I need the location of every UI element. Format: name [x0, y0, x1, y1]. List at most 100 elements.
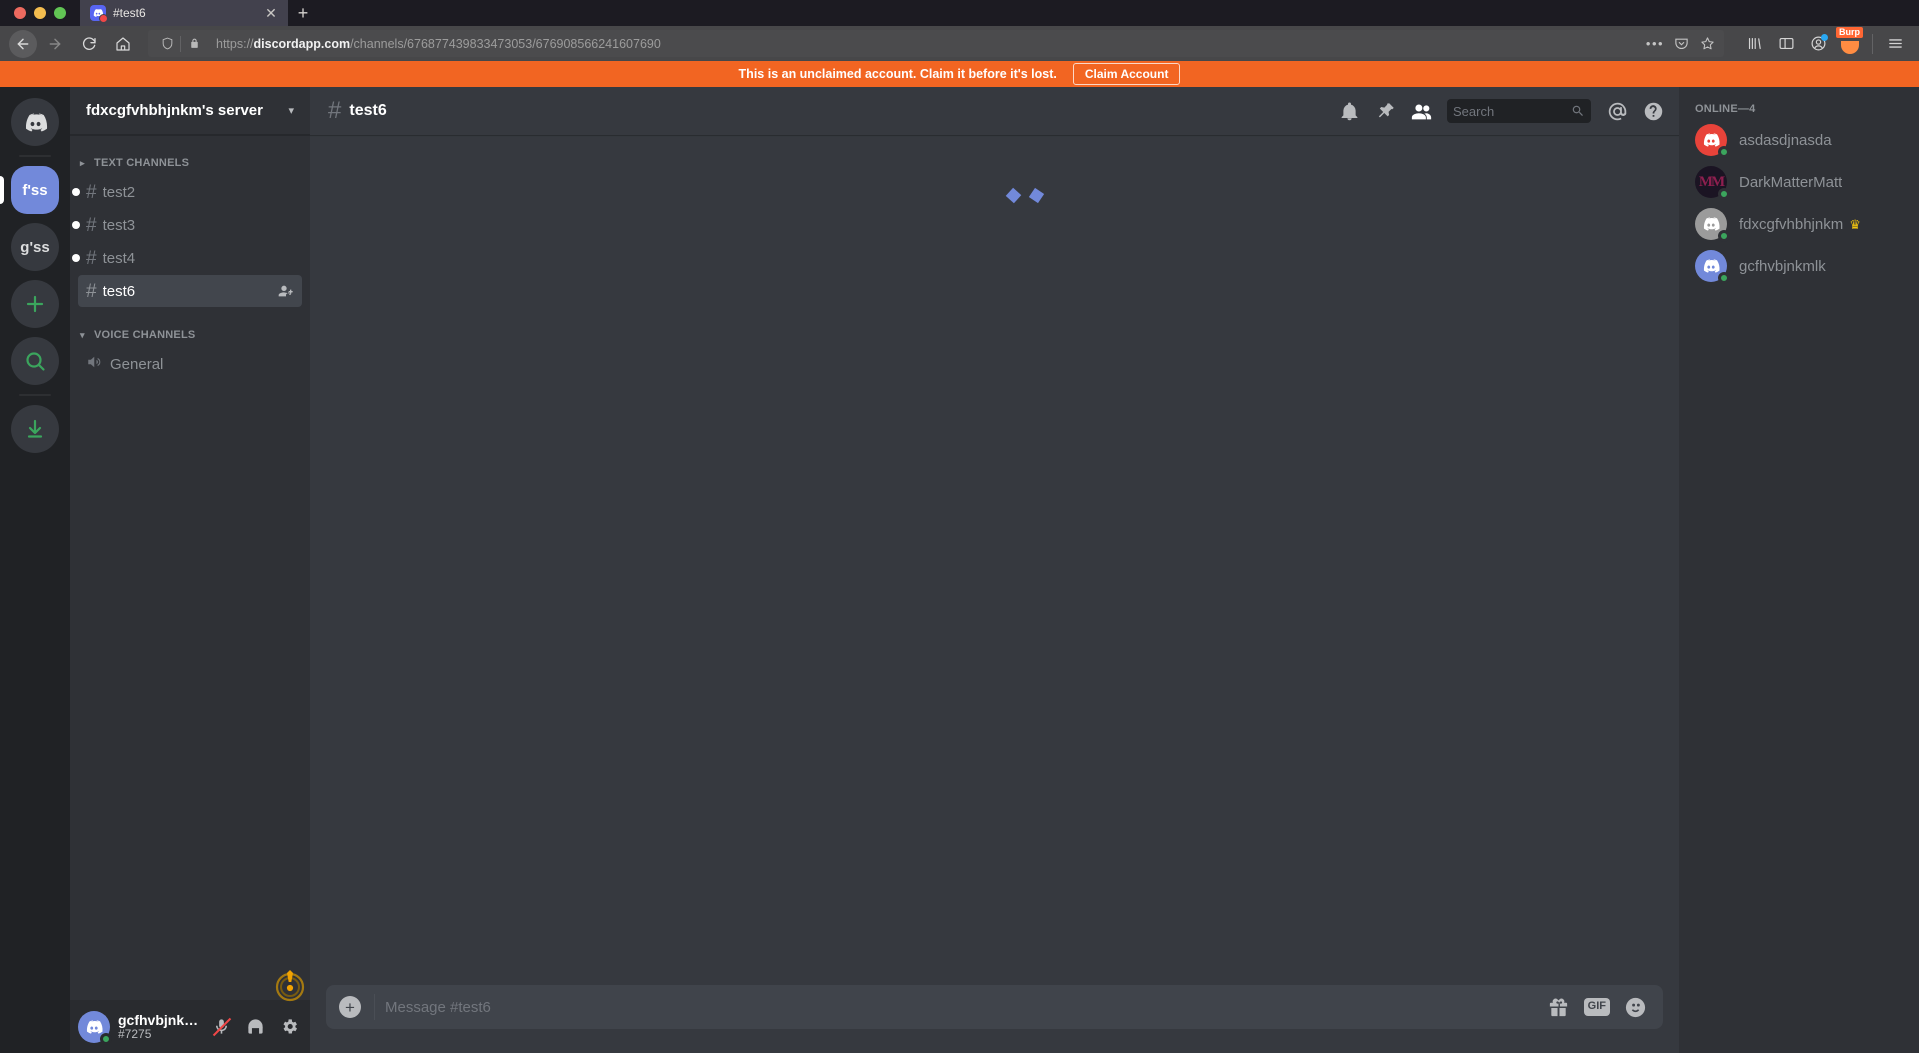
back-arrow-icon[interactable] — [9, 29, 37, 58]
url-text[interactable]: https://discordapp.com/channels/67687743… — [207, 37, 1644, 51]
close-tab-button[interactable]: ✕ — [262, 4, 280, 22]
explore-servers-button[interactable] — [11, 337, 59, 385]
star-icon[interactable] — [1696, 33, 1718, 55]
status-badge — [100, 1032, 112, 1045]
pin-icon[interactable] — [1367, 96, 1403, 126]
member-name: asdasdjnasda — [1739, 131, 1832, 149]
headphones-icon[interactable] — [243, 1013, 269, 1041]
create-invite-icon[interactable] — [278, 283, 294, 299]
member-list: ONLINE—4 asdasdjnasda MM DarkMatterMatt fdx… — [1679, 87, 1919, 1053]
sidebar-item-test2[interactable]: # test2 — [72, 176, 302, 208]
search-icon — [1572, 105, 1583, 116]
close-window-button[interactable] — [14, 7, 26, 19]
unclaimed-account-banner: This is an unclaimed account. Claim it b… — [0, 61, 1919, 87]
discord-favicon-icon — [90, 5, 108, 23]
microphone-muted-icon[interactable] — [209, 1013, 235, 1041]
sidebar-item-test4[interactable]: # test4 — [72, 242, 302, 274]
library-icon[interactable] — [1739, 30, 1769, 58]
reload-icon[interactable] — [73, 30, 105, 58]
burp-extension-icon[interactable]: Burp — [1835, 26, 1865, 58]
server-header[interactable]: fdxcgfvhbhjnkm's server ▾ — [70, 87, 310, 135]
maximize-window-button[interactable] — [54, 7, 66, 19]
browser-tab[interactable]: #test6 ✕ — [80, 0, 288, 26]
hash-icon: # — [86, 181, 97, 203]
address-bar[interactable]: https://discordapp.com/channels/67687743… — [148, 30, 1724, 57]
gift-icon[interactable] — [1547, 996, 1570, 1019]
crown-icon: ♛ — [1849, 216, 1861, 232]
attach-file-button[interactable]: + — [326, 996, 374, 1018]
list-item[interactable]: asdasdjnasda — [1687, 119, 1911, 161]
member-name: DarkMatterMatt — [1739, 173, 1843, 191]
sidebar-item-test3[interactable]: # test3 — [72, 209, 302, 241]
channel-name: test4 — [102, 249, 136, 267]
category-label: VOICE CHANNELS — [94, 329, 196, 341]
avatar-initials: MM — [1698, 173, 1725, 190]
claim-account-button[interactable]: Claim Account — [1072, 63, 1181, 85]
forward-arrow-icon[interactable] — [39, 30, 71, 58]
chevron-down-icon[interactable]: ▾ — [288, 104, 294, 117]
banner-message: This is an unclaimed account. Claim it b… — [738, 67, 1057, 81]
download-apps-button[interactable] — [11, 405, 59, 453]
address-bar-actions: ••• — [1644, 33, 1718, 55]
channel-name: test6 — [102, 282, 136, 300]
tab-notification-badge — [99, 14, 108, 23]
gear-icon[interactable] — [276, 1013, 302, 1041]
unread-indicator — [72, 188, 80, 196]
page-title: test6 — [349, 102, 387, 119]
guild-item-gss[interactable]: g'ss — [11, 223, 59, 271]
list-item[interactable]: gcfhvbjnkmlk — [1687, 245, 1911, 287]
sidebar-item-General[interactable]: General — [78, 348, 302, 380]
status-badge — [1718, 230, 1730, 242]
burp-glyph — [1841, 40, 1859, 54]
members-icon[interactable] — [1403, 96, 1439, 126]
pocket-icon[interactable] — [1670, 33, 1692, 55]
search-input[interactable]: Search — [1447, 99, 1591, 123]
padlock-icon[interactable] — [181, 37, 207, 50]
hash-icon: # — [86, 247, 97, 269]
new-tab-button[interactable]: + — [288, 0, 318, 26]
tracking-protection-shield-icon[interactable] — [154, 37, 180, 50]
chevron-icon: ▾ — [80, 329, 85, 340]
channel-name: test3 — [102, 216, 136, 234]
channel-name: General — [110, 355, 164, 373]
list-item[interactable]: MM DarkMatterMatt — [1687, 161, 1911, 203]
channel-category-header[interactable]: ▾ VOICE CHANNELS — [70, 323, 310, 347]
server-name: fdxcgfvhbhjnkm's server — [86, 102, 263, 119]
gif-picker-button[interactable]: GIF — [1583, 998, 1610, 1016]
search-placeholder: Search — [1453, 103, 1495, 119]
hamburger-menu-icon[interactable] — [1880, 30, 1910, 58]
burp-badge-label: Burp — [1836, 26, 1863, 39]
help-question-icon[interactable] — [1635, 96, 1671, 126]
page-actions-icon[interactable]: ••• — [1644, 33, 1666, 55]
avatar — [1695, 124, 1730, 158]
guild-home-button[interactable] — [11, 98, 59, 146]
unread-indicator — [72, 254, 80, 262]
avatar[interactable] — [78, 1010, 112, 1045]
emoji-smiley-icon[interactable] — [1624, 996, 1647, 1019]
message-input[interactable]: Message #test6 — [374, 994, 1547, 1020]
channel-category-header[interactable]: ▸ TEXT CHANNELS — [70, 151, 310, 175]
home-icon[interactable] — [107, 30, 139, 58]
plus-icon: + — [339, 996, 361, 1018]
window-controls[interactable] — [0, 0, 80, 26]
account-icon[interactable] — [1803, 30, 1833, 58]
member-name: gcfhvbjnkmlk — [1739, 257, 1826, 275]
guild-item-fss[interactable]: f'ss — [11, 166, 59, 214]
hash-icon: # — [86, 214, 97, 236]
avatar — [1695, 208, 1730, 242]
minimize-window-button[interactable] — [34, 7, 46, 19]
loading-dot — [1005, 187, 1022, 204]
list-item[interactable]: fdxcgfvhbhjnkm ♛ — [1687, 203, 1911, 245]
status-badge — [1718, 188, 1730, 200]
sidebar-item-test6[interactable]: # test6 — [78, 275, 302, 307]
channel-header: # test6 Search — [310, 87, 1679, 135]
browser-tab-bar: #test6 ✕ + — [0, 0, 1919, 26]
chat-main: # test6 Search + Message #test6 GIF — [310, 87, 1679, 1053]
bell-icon[interactable] — [1331, 96, 1367, 126]
at-mention-icon[interactable] — [1599, 96, 1635, 126]
browser-toolbar-actions: Burp — [1733, 26, 1910, 58]
add-server-button[interactable] — [11, 280, 59, 328]
user-identity[interactable]: gcfhvbjnkmlk #7275 — [118, 1012, 201, 1042]
toolbar-divider — [1872, 33, 1873, 54]
sidebar-icon[interactable] — [1771, 30, 1801, 58]
